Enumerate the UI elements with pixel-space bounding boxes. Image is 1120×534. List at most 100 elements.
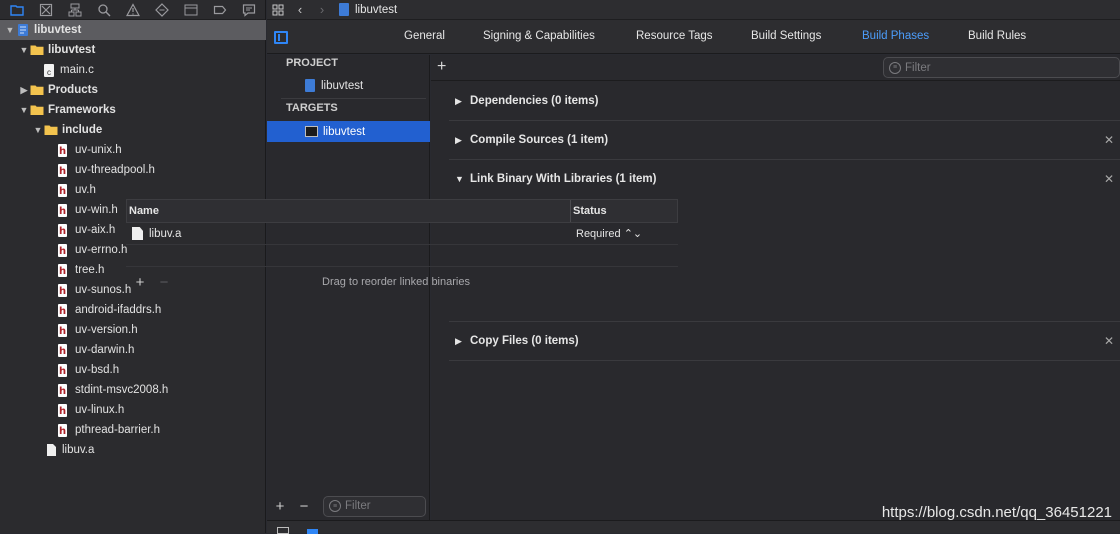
tree-item-label: stdint-msvc2008.h	[75, 384, 169, 396]
terminal-app-icon	[305, 126, 318, 137]
disclosure-closed-icon[interactable]: ▶	[18, 84, 30, 96]
name-column-header[interactable]: Name	[127, 200, 571, 222]
header-file-icon: h	[58, 323, 67, 337]
table-row[interactable]: libuv.a Required ⌃⌄	[126, 223, 678, 245]
project-item[interactable]: libuvtest	[267, 75, 430, 96]
breakpoint-icon[interactable]	[205, 0, 234, 20]
hierarchy-icon[interactable]	[60, 0, 89, 20]
phase-header[interactable]: ▶ Compile Sources (1 item) ✕	[449, 121, 1120, 159]
header-file-icon: h	[58, 183, 67, 197]
targets-footer: + − ≡ Filter	[267, 492, 430, 520]
disclosure-open-icon[interactable]: ▼	[4, 24, 16, 36]
search-icon[interactable]	[89, 0, 118, 20]
disclosure-triangle-icon[interactable]: ▶	[455, 336, 465, 347]
warning-icon[interactable]	[118, 0, 147, 20]
targets-filter-field[interactable]: ≡ Filter	[323, 495, 426, 517]
tab-resource-tags[interactable]: Resource Tags	[636, 30, 713, 42]
phase-title: Link Binary With Libraries (1 item)	[470, 173, 657, 185]
tree-item[interactable]: h uv-unix.h	[0, 140, 266, 160]
tree-item[interactable]: h uv-bsd.h	[0, 360, 266, 380]
remove-phase-icon[interactable]: ✕	[1104, 334, 1114, 348]
status-column-header[interactable]: Status	[571, 205, 607, 217]
add-phase-button[interactable]: +	[437, 58, 446, 76]
remove-library-button[interactable]: −	[152, 274, 176, 291]
tree-item-label: uv-version.h	[75, 324, 138, 336]
tree-item-label: pthread-barrier.h	[75, 424, 161, 436]
tree-item[interactable]: h android-ifaddrs.h	[0, 300, 266, 320]
tree-item[interactable]: ▼ Frameworks	[0, 100, 266, 120]
tree-item[interactable]: ▼ libuvtest	[0, 40, 266, 60]
phase-header[interactable]: ▶ Dependencies (0 items)	[449, 82, 1120, 120]
folder-icon	[30, 83, 44, 97]
tree-item[interactable]: h uv.h	[0, 180, 266, 200]
library-file-icon	[44, 443, 58, 457]
remove-phase-icon[interactable]: ✕	[1104, 172, 1114, 186]
tree-item[interactable]: ▼ libuvtest	[0, 20, 266, 40]
test-icon[interactable]	[147, 0, 176, 20]
debug-icon[interactable]	[176, 0, 205, 20]
breadcrumb-label: libuvtest	[355, 3, 398, 16]
phase-title: Copy Files (0 items)	[470, 335, 579, 347]
tree-item[interactable]: ▶ Products	[0, 80, 266, 100]
sidebar-toggle-icon[interactable]	[274, 31, 288, 44]
phase-header[interactable]: ▼ Link Binary With Libraries (1 item) ✕	[449, 160, 1120, 198]
project-section-header: PROJECT	[286, 57, 338, 69]
disclosure-open-icon[interactable]: ▼	[18, 104, 30, 116]
add-library-button[interactable]: +	[128, 274, 152, 291]
tree-item[interactable]: h uv-threadpool.h	[0, 160, 266, 180]
tree-item[interactable]: ▼ include	[0, 120, 266, 140]
tree-item-label: libuvtest	[34, 24, 82, 36]
tab-build-rules[interactable]: Build Rules	[968, 30, 1026, 42]
tree-item[interactable]: h uv-version.h	[0, 320, 266, 340]
disclosure-triangle-icon[interactable]: ▶	[455, 135, 465, 146]
target-item[interactable]: libuvtest	[267, 121, 430, 142]
tab-general[interactable]: General	[404, 30, 445, 42]
tree-item[interactable]: h uv-linux.h	[0, 400, 266, 420]
debug-area-icon[interactable]	[307, 529, 318, 534]
phases-filter-field[interactable]: ≡ Filter	[883, 57, 1120, 78]
tree-item[interactable]: h pthread-barrier.h	[0, 420, 266, 440]
disclosure-open-icon[interactable]: ▼	[18, 44, 30, 56]
source-control-icon[interactable]	[31, 0, 60, 20]
folder-icon	[30, 103, 44, 117]
remove-target-button[interactable]: −	[292, 498, 316, 515]
tree-item-label: uv-threadpool.h	[75, 164, 155, 176]
header-file-icon: h	[58, 343, 67, 357]
status-popup[interactable]: Required ⌃⌄	[570, 227, 642, 240]
folder-icon[interactable]	[2, 0, 31, 20]
tree-item[interactable]: libuv.a	[0, 440, 266, 460]
tree-item-label: tree.h	[75, 264, 105, 276]
library-name-cell: libuv.a	[126, 227, 570, 240]
disclosure-triangle-icon[interactable]: ▶	[455, 96, 465, 107]
tab-signing-capabilities[interactable]: Signing & Capabilities	[483, 30, 595, 42]
forward-chevron-icon[interactable]: ›	[311, 0, 333, 20]
back-chevron-icon[interactable]: ‹	[289, 0, 311, 20]
tab-build-settings[interactable]: Build Settings	[751, 30, 821, 42]
related-items-icon[interactable]	[267, 0, 289, 20]
phase-header[interactable]: ▶ Copy Files (0 items) ✕	[449, 322, 1120, 360]
tree-item[interactable]: h uv-darwin.h	[0, 340, 266, 360]
tree-item[interactable]: c main.c	[0, 60, 266, 80]
disclosure-open-icon[interactable]: ▼	[32, 124, 44, 136]
header-file-icon: h	[58, 243, 67, 257]
add-target-button[interactable]: +	[268, 498, 292, 515]
remove-phase-icon[interactable]: ✕	[1104, 133, 1114, 147]
report-icon[interactable]	[234, 0, 263, 20]
tree-item-label: uv.h	[75, 184, 96, 196]
header-file-icon: h	[58, 143, 67, 157]
tab-build-phases[interactable]: Build Phases	[862, 30, 929, 42]
filter-icon: ≡	[329, 500, 341, 512]
header-file-icon: h	[58, 383, 67, 397]
disclosure-triangle-icon[interactable]: ▼	[455, 174, 465, 184]
linked-libraries-table: Name Status libuv.a Required ⌃⌄ + − Drag…	[126, 199, 678, 297]
editor-tab-bar: General Signing & Capabilities Resource …	[267, 20, 1120, 54]
tree-item[interactable]: h stdint-msvc2008.h	[0, 380, 266, 400]
breadcrumb[interactable]: libuvtest	[339, 3, 397, 16]
phase-compile-sources: ▶ Compile Sources (1 item) ✕	[449, 121, 1120, 160]
header-file-icon: h	[58, 303, 67, 317]
